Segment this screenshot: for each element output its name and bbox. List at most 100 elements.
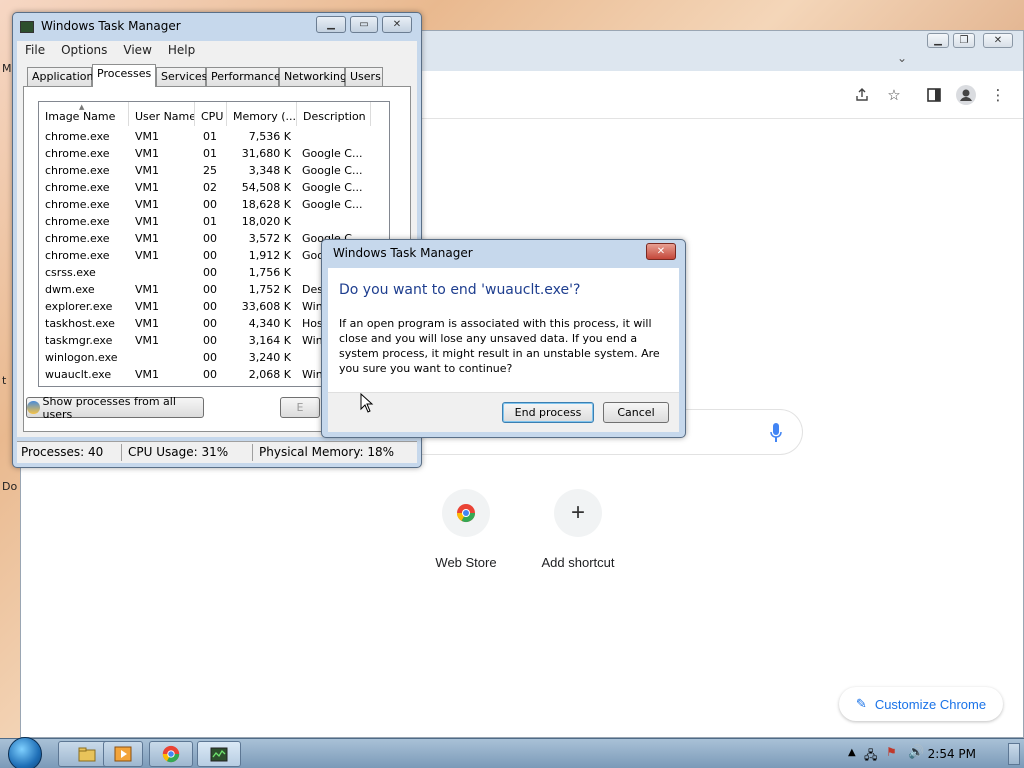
cell-image-name: wuauclt.exe [45,368,112,381]
cell-image-name: chrome.exe [45,249,110,262]
shortcut-web-store[interactable]: Web Store [411,489,521,570]
cell-user-name: VM1 [135,300,160,313]
system-tray: ▲ 🖧 ⚑ 🔊 2:54 PM [834,739,1024,768]
start-button[interactable] [8,737,42,768]
table-row[interactable]: chrome.exe VM1 00 18,628 K Google C... [39,196,389,213]
microphone-icon[interactable] [770,422,782,444]
tab-search-chevron-icon[interactable]: ⌄ [897,51,907,65]
plus-icon: + [554,489,602,537]
taskbar-clock[interactable]: 2:54 PM [928,747,976,761]
cell-user-name: VM1 [135,334,160,347]
column-user-name[interactable]: User Name [129,102,195,126]
table-row[interactable]: chrome.exe VM1 01 31,680 K Google C... [39,145,389,162]
cell-user-name: VM1 [135,283,160,296]
menu-view[interactable]: View [115,41,159,59]
taskbar-media-player[interactable] [103,741,143,767]
cell-memory: 1,756 K [248,266,291,279]
cell-cpu: 02 [203,181,217,194]
cell-memory: 1,912 K [248,249,291,262]
close-button[interactable]: ✕ [382,16,412,33]
menu-kebab-icon[interactable]: ⋮ [987,84,1009,106]
table-row[interactable]: chrome.exe VM1 02 54,508 K Google C... [39,179,389,196]
cell-user-name: VM1 [135,249,160,262]
taskbar-task-manager[interactable] [197,741,241,767]
tab-services[interactable]: Services [156,67,207,86]
menu-options[interactable]: Options [53,41,115,59]
cell-memory: 33,608 K [241,300,291,313]
show-desktop-button[interactable] [1008,743,1020,765]
cell-memory: 2,068 K [248,368,291,381]
bookmark-star-icon[interactable]: ☆ [883,84,905,106]
tab-processes[interactable]: Processes [92,64,156,87]
volume-icon[interactable]: 🔊 [908,745,924,760]
end-process-button[interactable]: E [280,397,320,418]
maximize-button[interactable]: ▭ [350,16,378,33]
network-icon[interactable]: 🖧 [864,746,877,767]
dialog-heading: Do you want to end 'wuauclt.exe'? [339,282,581,298]
cell-cpu: 01 [203,130,217,143]
cell-user-name: VM1 [135,232,160,245]
cell-memory: 54,508 K [241,181,291,194]
cell-cpu: 00 [203,266,217,279]
end-process-dialog: Windows Task Manager ✕ Do you want to en… [321,239,686,438]
cell-image-name: chrome.exe [45,215,110,228]
cell-user-name: VM1 [135,215,160,228]
cell-user-name: VM1 [135,164,160,177]
tab-applications[interactable]: Applications [27,67,99,86]
taskbar: ▲ 🖧 ⚑ 🔊 2:54 PM [0,737,1024,768]
table-row[interactable]: chrome.exe VM1 25 3,348 K Google C... [39,162,389,179]
cancel-button[interactable]: Cancel [603,402,669,423]
cell-image-name: chrome.exe [45,232,110,245]
dialog-close-button[interactable]: ✕ [646,243,676,260]
dialog-footer: End process Cancel [328,392,679,432]
shortcut-label: Add shortcut [541,555,615,570]
column-description[interactable]: Description [297,102,371,126]
pencil-icon: ✎ [855,696,867,711]
desktop-fragment: t [2,374,7,387]
end-process-confirm-button[interactable]: End process [502,402,594,423]
desktop-fragment: Do [2,480,18,493]
dialog-message: If an open program is associated with th… [339,317,660,375]
menu-help[interactable]: Help [160,41,203,59]
tab-networking[interactable]: Networking [279,67,347,86]
cell-user-name: VM1 [135,198,160,211]
cell-memory: 3,572 K [248,232,291,245]
taskbar-chrome[interactable] [149,741,193,767]
column-cpu[interactable]: CPU [195,102,227,126]
cell-user-name: VM1 [135,147,160,160]
customize-chrome-button[interactable]: ✎ Customize Chrome [839,687,1003,721]
menu-file[interactable]: File [17,41,53,59]
cell-description: Google C... [302,198,363,211]
task-manager-icon [210,747,228,761]
dialog-title: Windows Task Manager [333,246,473,260]
cell-cpu: 00 [203,232,217,245]
cell-user-name: VM1 [135,181,160,194]
side-panel-icon[interactable] [923,84,945,106]
chrome-minimize-button[interactable]: ▁ [927,33,949,48]
cell-image-name: explorer.exe [45,300,113,313]
status-processes: Processes: 40 [21,445,104,459]
chrome-close-button[interactable]: ✕ [983,33,1013,48]
cell-image-name: taskmgr.exe [45,334,113,347]
table-row[interactable]: chrome.exe VM1 01 18,020 K [39,213,389,230]
cell-user-name: VM1 [135,368,160,381]
action-center-icon[interactable]: ⚑ [886,745,897,759]
cell-image-name: chrome.exe [45,181,110,194]
shortcut-add[interactable]: + Add shortcut [523,489,633,570]
cell-cpu: 01 [203,215,217,228]
show-hidden-icons-icon[interactable]: ▲ [848,747,856,758]
tab-performance[interactable]: Performance [206,67,281,86]
profile-avatar-icon[interactable] [955,84,977,106]
column-memory[interactable]: Memory (... [227,102,297,126]
show-all-processes-button[interactable]: Show processes from all users [26,395,204,421]
cell-image-name: winlogon.exe [45,351,118,364]
tab-users[interactable]: Users [345,67,383,86]
cell-description: Google C... [302,181,363,194]
cell-image-name: chrome.exe [45,147,110,160]
cell-memory: 3,240 K [248,351,291,364]
share-icon[interactable] [851,84,873,106]
minimize-button[interactable]: ▁ [316,16,346,33]
table-row[interactable]: chrome.exe VM1 01 7,536 K [39,128,389,145]
cell-cpu: 00 [203,351,217,364]
chrome-restore-button[interactable]: ❐ [953,33,975,48]
